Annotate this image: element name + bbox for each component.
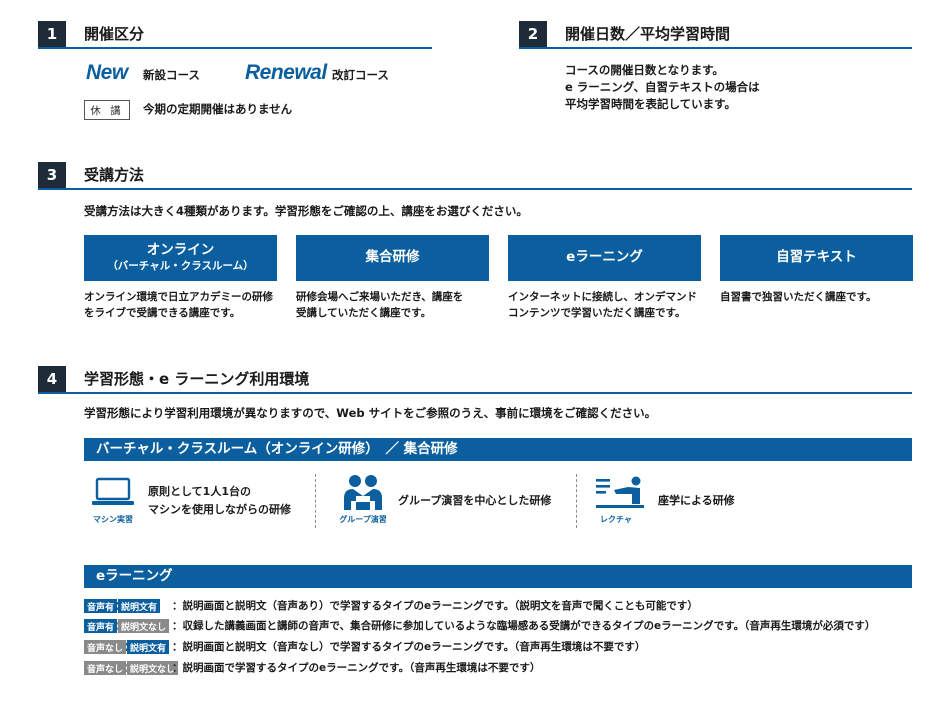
nissu-line-3: 平均学習時間を表記しています。 [565, 97, 737, 111]
desc-line: 研修会場へご来場いただき、講座を [296, 291, 464, 303]
method-elearning-desc: インターネットに接続し、オンデマンド コンテンツで学習いただく講座です。 [508, 289, 708, 322]
method-shugo-desc: 研修会場へご来場いただき、講座を 受講していただく講座です。 [296, 289, 496, 322]
jukou-intro: 受講方法は大きく4種類があります。学習形態をご確認の上、講座をお選びください。 [84, 204, 528, 218]
section-number: 2 [519, 21, 547, 47]
renewal-logo: Renewal [245, 61, 327, 84]
group-icon [340, 474, 386, 512]
kyuko-badge: 休 講 [84, 100, 130, 120]
group-icon-label: グループ演習 [339, 515, 387, 524]
text-badge: 説明文有 [117, 599, 161, 613]
elearning-row-text: ：説明画面と説明文（音声あり）で学習するタイプのeラーニングです。（説明文を音声… [172, 600, 698, 612]
new-logo: New [86, 61, 128, 84]
laptop-icon [91, 477, 135, 507]
lecture-icon [594, 476, 646, 512]
method-title: 集合研修 [365, 249, 420, 266]
env-line: 原則として1人1台の [148, 485, 251, 498]
method-subtitle: （バーチャル・クラスルーム） [107, 259, 254, 272]
lecture-icon-label: レクチャ [600, 515, 632, 524]
new-label: 新設コース [143, 68, 200, 82]
elearning-row: 音声有 説明文なし [84, 619, 170, 633]
elearning-row: 音声なし 説明文有 [84, 640, 170, 654]
text-badge: 説明文有 [126, 640, 170, 654]
method-title: eラーニング [566, 249, 643, 266]
kyuko-label: 今期の定期開催はありません [143, 102, 293, 116]
audio-badge: 音声なし [84, 661, 127, 675]
section-2-header: 2 開催日数／平均学習時間 [519, 21, 912, 49]
section-title: 開催日数／平均学習時間 [565, 25, 731, 43]
renewal-label: 改訂コース [332, 68, 389, 82]
env-lecture-text: 座学による研修 [658, 492, 735, 510]
nissu-line-1: コースの開催日数となります。 [565, 63, 724, 77]
section-number: 1 [38, 21, 66, 47]
method-text-box: 自習テキスト [720, 235, 913, 281]
desc-line: をライブで受講できる講座です。 [84, 307, 241, 320]
env-group-text: グループ演習を中心とした研修 [398, 492, 551, 510]
section-number: 3 [38, 162, 66, 188]
section-title: 受講方法 [84, 166, 145, 184]
method-online-desc: オンライン環境で日立アカデミーの研修 をライブで受講できる講座です。 [84, 289, 284, 322]
elearning-row-text: ：説明画面で学習するタイプのeラーニングです。（音声再生環境は不要です） [172, 662, 541, 674]
divider [315, 474, 316, 528]
band-elearning: eラーニング [84, 565, 912, 588]
desc-line: インターネットに接続し、オンデマンド [508, 291, 697, 303]
elearning-row-text: ：収録した講義画面と講師の音声で、集合研修に参加しているような臨場感ある受講がで… [172, 620, 876, 632]
section-number: 4 [38, 366, 66, 392]
divider [576, 474, 577, 528]
audio-badge: 音声有 [84, 599, 118, 613]
nissu-line-2: e ラーニング、自習テキストの場合は [565, 80, 760, 94]
section-3-header: 3 受講方法 [38, 162, 912, 190]
method-text-desc: 自習書で独習いただく講座です。 [720, 289, 920, 305]
section-title: 学習形態・e ラーニング利用環境 [84, 370, 310, 388]
method-shugo-box: 集合研修 [296, 235, 489, 281]
audio-badge: 音声有 [84, 619, 118, 633]
laptop-icon-label: マシン実習 [93, 515, 133, 524]
keitai-intro: 学習形態により学習利用環境が異なりますので、Web サイトをご参照のうえ、事前に… [84, 406, 657, 420]
text-badge: 説明文なし [126, 661, 179, 675]
env-machine-text: 原則として1人1台の マシンを使用しながらの研修 [148, 483, 291, 518]
method-title: オンライン [146, 242, 215, 259]
section-title: 開催区分 [84, 25, 145, 43]
env-line: グループ演習を中心とした研修 [398, 494, 552, 507]
desc-line: 自習書で独習いただく講座です。 [720, 291, 877, 303]
text-badge: 説明文なし [117, 619, 170, 633]
elearning-row: 音声なし 説明文なし [84, 661, 179, 675]
elearning-row: 音声有 説明文有 [84, 599, 161, 613]
env-line: マシンを使用しながらの研修 [148, 502, 291, 516]
section-1-header: 1 開催区分 [38, 21, 432, 49]
desc-line: 受講していただく講座です。 [296, 307, 432, 320]
desc-line: コンテンツで学習いただく講座です。 [508, 307, 686, 320]
method-online-box: オンライン （バーチャル・クラスルーム） [84, 235, 277, 281]
env-line: 座学による研修 [658, 494, 735, 507]
band-virtual-shugo: バーチャル・クラスルーム（オンライン研修） ／ 集合研修 [84, 438, 912, 461]
method-elearning-box: eラーニング [508, 235, 701, 281]
audio-badge: 音声なし [84, 640, 127, 654]
section-4-header: 4 学習形態・e ラーニング利用環境 [38, 366, 912, 394]
desc-line: オンライン環境で日立アカデミーの研修 [84, 291, 273, 303]
method-title: 自習テキスト [776, 249, 857, 266]
elearning-row-text: ：説明画面と説明文（音声なし）で学習するタイプのeラーニングです。（音声再生環境… [172, 641, 646, 653]
